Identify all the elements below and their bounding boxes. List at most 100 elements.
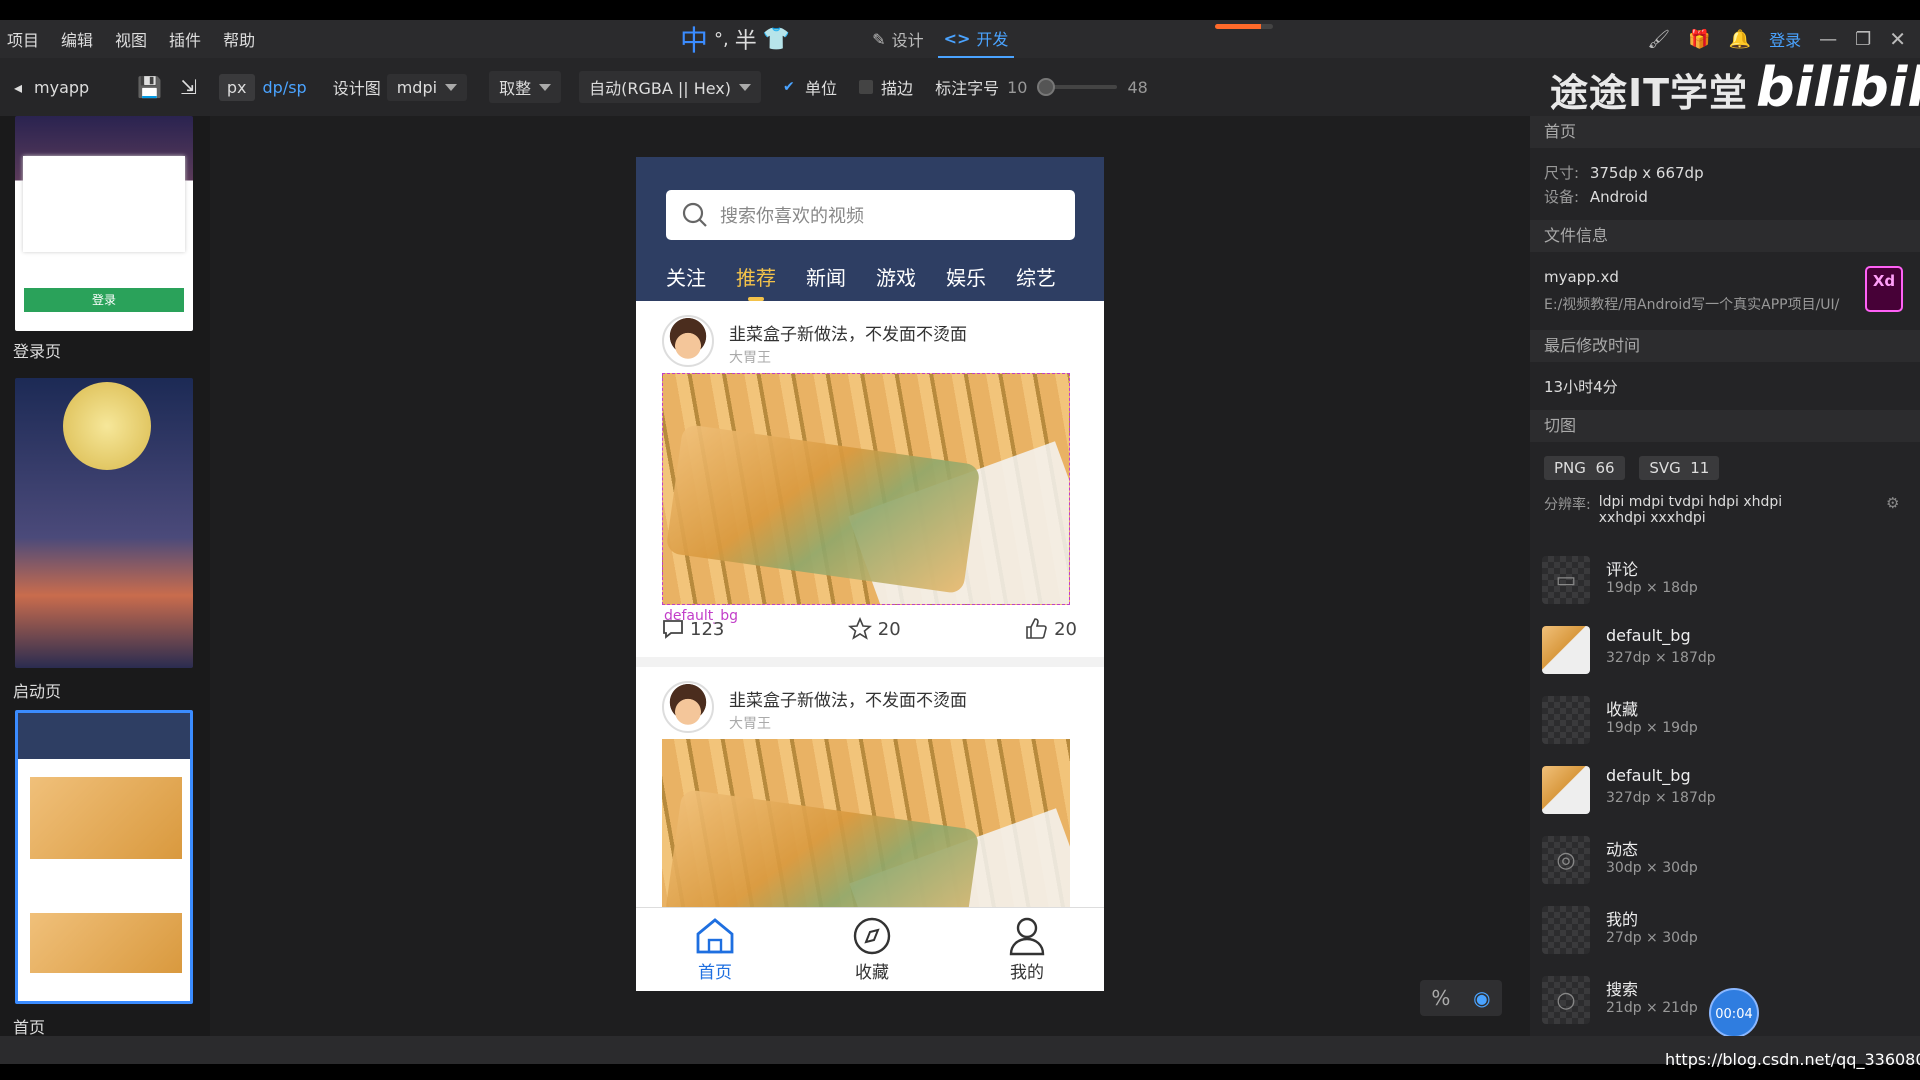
unit-check-label: 单位 xyxy=(805,79,838,98)
menu-help[interactable]: 帮助 xyxy=(223,27,255,51)
font-size-max: 48 xyxy=(1127,77,1148,97)
url-watermark: https://blog.csdn.net/qq_33608000 xyxy=(1665,1050,1920,1069)
resolution-value: ldpi mdpi tvdpi hdpi xhdpi xxhdpi xxxhdp… xyxy=(1598,494,1783,526)
tab-follow[interactable]: 关注 xyxy=(666,262,706,291)
minimize-icon[interactable]: — xyxy=(1819,29,1837,50)
video-card[interactable]: 韭菜盒子新做法，不发面不烫面 大胃王 default_bg 123 20 20 xyxy=(636,301,1104,657)
size-value: 375dp x 667dp xyxy=(1589,164,1704,182)
png-chip[interactable]: PNG 66 xyxy=(1544,456,1625,480)
png-label: PNG xyxy=(1554,459,1586,477)
tab-design[interactable]: ✎ 设计 xyxy=(866,20,929,58)
thumb-home-page[interactable] xyxy=(15,710,193,1004)
color-format-value: 自动(RGBA || Hex) xyxy=(589,79,732,98)
file-info-header: 文件信息 xyxy=(1530,220,1920,252)
slider-thumb[interactable] xyxy=(1037,78,1056,96)
brush-icon[interactable]: 🖌 xyxy=(1647,29,1670,50)
thumb-label-splash: 启动页 xyxy=(13,682,62,701)
close-icon[interactable]: ✕ xyxy=(1889,27,1906,51)
avatar[interactable] xyxy=(662,681,714,733)
restore-icon[interactable]: ❐ xyxy=(1855,29,1871,50)
card-separator xyxy=(636,657,1104,667)
nav-home-label: 首页 xyxy=(698,963,732,983)
asset-dims: 27dp × 30dp xyxy=(1606,930,1698,946)
caret-down-icon xyxy=(739,83,752,91)
save-icon[interactable]: 💾 xyxy=(137,75,162,99)
search-placeholder: 搜索你喜欢的视频 xyxy=(720,206,864,227)
bell-icon[interactable]: 🔔 xyxy=(1729,29,1751,50)
tab-games[interactable]: 游戏 xyxy=(876,262,916,291)
home-icon xyxy=(696,918,734,954)
device-row: 设备: Android xyxy=(1544,186,1648,207)
comment-icon xyxy=(663,620,683,639)
unit-dp-button[interactable]: dp/sp xyxy=(255,74,315,101)
color-format-select[interactable]: 自动(RGBA || Hex) xyxy=(579,71,762,103)
canvas-tools: % ◉ xyxy=(1420,980,1502,1016)
asset-dims: 19dp × 19dp xyxy=(1606,720,1698,736)
tab-recommend[interactable]: 推荐 xyxy=(736,262,776,301)
avatar[interactable] xyxy=(662,315,714,367)
stroke-checkbox[interactable] xyxy=(859,80,874,94)
watermark-school: 途途IT学堂 xyxy=(1550,71,1749,115)
nav-mine[interactable]: 我的 xyxy=(1008,916,1046,983)
phone-artboard[interactable]: 搜索你喜欢的视频 关注 推荐 新闻 游戏 娱乐 综艺 韭菜盒子新做法，不发面不烫… xyxy=(636,157,1104,991)
tab-design-label: 设计 xyxy=(891,31,924,50)
category-tabs: 关注 推荐 新闻 游戏 娱乐 综艺 xyxy=(666,262,1056,301)
menu-plugins[interactable]: 插件 xyxy=(169,27,201,51)
asset-default-bg[interactable]: default_bg 327dp × 187dp xyxy=(1542,760,1912,826)
favorite-button[interactable]: 20 xyxy=(847,617,901,641)
card-cover-image[interactable] xyxy=(662,373,1070,605)
rounding-value: 取整 xyxy=(499,79,532,98)
resolution-row: 分辨率: ldpi mdpi tvdpi hdpi xhdpi xxhdpi x… xyxy=(1544,494,1884,526)
gear-icon[interactable]: ⚙ xyxy=(1886,494,1899,512)
unit-checkbox[interactable]: ✔ xyxy=(783,80,797,94)
comment-button[interactable]: 123 xyxy=(662,618,724,640)
nav-favorites[interactable]: 收藏 xyxy=(852,916,892,983)
nav-home[interactable]: 首页 xyxy=(694,916,736,983)
gift-icon[interactable]: 🎁 xyxy=(1688,29,1710,50)
asset-mine[interactable]: 我的 27dp × 30dp xyxy=(1542,900,1912,966)
app-window: 项目 编辑 视图 插件 帮助 中 °, 半 👕 ✎ 设计 <> 开发 🖌 🎁 🔔… xyxy=(0,0,1920,1080)
tab-develop[interactable]: <> 开发 xyxy=(937,20,1015,58)
asset-dims: 21dp × 21dp xyxy=(1606,1000,1698,1016)
login-link[interactable]: 登录 xyxy=(1769,27,1801,51)
ime-width: 半 xyxy=(734,29,757,54)
rounding-select[interactable]: 取整 xyxy=(489,71,562,103)
unit-px-button[interactable]: px xyxy=(218,73,255,101)
search-input[interactable]: 搜索你喜欢的视频 xyxy=(666,190,1075,240)
font-size-slider[interactable] xyxy=(1037,78,1118,96)
star-icon xyxy=(1542,696,1590,744)
caret-down-icon xyxy=(445,83,458,91)
back-button[interactable]: ◂ myapp xyxy=(14,78,89,97)
like-button[interactable]: 20 xyxy=(1024,617,1077,641)
asset-comment[interactable]: ▭ 评论 19dp × 18dp xyxy=(1542,550,1912,616)
star-icon xyxy=(847,617,872,640)
tab-news[interactable]: 新闻 xyxy=(806,262,846,291)
modified-header: 最后修改时间 xyxy=(1530,330,1920,362)
export-icon[interactable]: ⇲ xyxy=(180,75,197,99)
asset-name: 评论 xyxy=(1606,560,1639,579)
tab-entertainment[interactable]: 娱乐 xyxy=(946,262,986,291)
ime-punct: °, xyxy=(714,28,729,50)
video-card[interactable]: 韭菜盒子新做法，不发面不烫面 大胃王 xyxy=(636,667,1104,971)
menu-view[interactable]: 视图 xyxy=(115,27,147,51)
eye-icon[interactable]: ◉ xyxy=(1473,986,1490,1010)
thumb-splash-page[interactable] xyxy=(15,378,193,668)
svg-chip[interactable]: SVG 11 xyxy=(1639,456,1720,480)
thumb-login-page[interactable]: 登录 xyxy=(15,116,193,331)
size-row: 尺寸: 375dp x 667dp xyxy=(1544,162,1704,183)
user-icon xyxy=(1542,906,1590,954)
asset-name: default_bg xyxy=(1606,766,1691,785)
density-select[interactable]: mdpi xyxy=(386,73,468,101)
asset-favorite[interactable]: 收藏 19dp × 19dp xyxy=(1542,690,1912,756)
tab-variety[interactable]: 综艺 xyxy=(1016,262,1056,291)
asset-feed[interactable]: ◎ 动态 30dp × 30dp xyxy=(1542,830,1912,896)
modified-value: 13小时4分 xyxy=(1544,378,1618,396)
comment-count: 123 xyxy=(690,618,725,640)
asset-default-bg[interactable]: default_bg 327dp × 187dp xyxy=(1542,620,1912,686)
ime-indicator[interactable]: 中 °, 半 👕 xyxy=(680,19,790,59)
asset-dims: 30dp × 30dp xyxy=(1606,860,1698,876)
image-thumbnail xyxy=(1542,626,1590,674)
menu-project[interactable]: 项目 xyxy=(7,27,39,51)
menu-edit[interactable]: 编辑 xyxy=(61,27,93,51)
percent-icon[interactable]: % xyxy=(1431,986,1450,1010)
